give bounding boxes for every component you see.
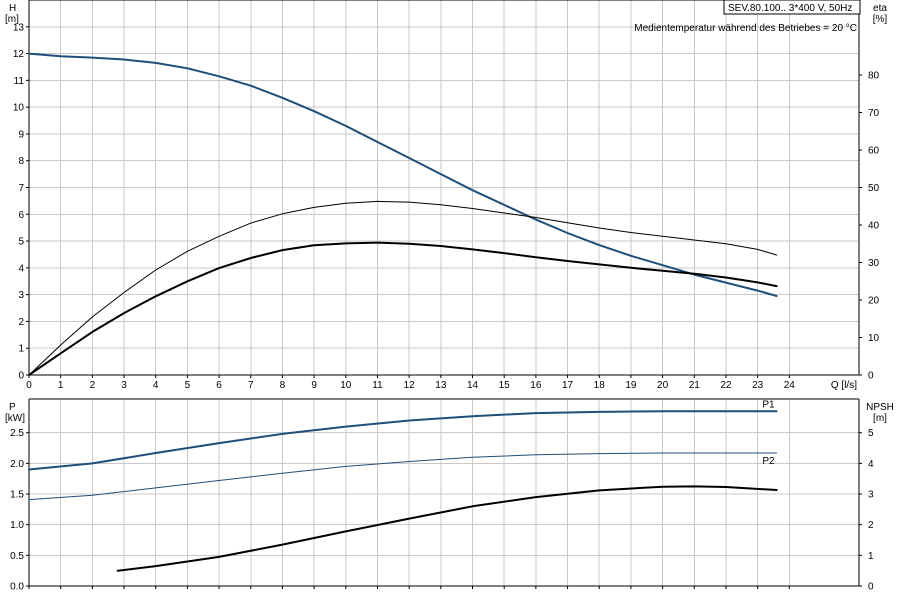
y-tick-label: 1.0 [10, 520, 24, 531]
x-tick-label: 4 [153, 380, 159, 391]
y-tick-label: 3 [18, 290, 24, 301]
y-tick-label: 1 [18, 344, 24, 355]
x-tick-label: 10 [340, 380, 352, 391]
series-line-0-1 [28, 200, 778, 376]
model-label: SEV.80.100.. 3*400 V, 50Hz [728, 3, 852, 14]
power-npsh-panel: 0.0 0.5 1.0 1.5 2.0 2.5 0 1 2 3 4 5 P[kW] NPSH[m] P1 P2 [5, 398, 894, 593]
y-axis-unit: [m] [5, 14, 19, 25]
x-tick-label: 15 [499, 380, 511, 391]
head-efficiency-panel: 0 1 2 3 4 5 6 7 8 9 10 11 12 13 14 15 16 17 18 19 20 21 22 23 24… [5, 0, 887, 391]
y-tick-label: 6 [18, 210, 24, 221]
y-tick-label: 0 [18, 371, 24, 382]
y-axis-label: P [9, 402, 16, 413]
x-tick-label: 13 [435, 380, 447, 391]
x-tick-label: 19 [625, 380, 637, 391]
x-tick-label: 3 [121, 380, 127, 391]
x-tick-label: 17 [562, 380, 574, 391]
y2-tick-label: 1 [868, 551, 874, 562]
series-line-1-1 [28, 452, 778, 501]
y2-tick-label: 0 [868, 582, 874, 593]
x-tick-label: 20 [657, 380, 669, 391]
x-tick-label: 0 [26, 380, 32, 391]
y2-tick-label: 0 [868, 371, 874, 382]
y2-tick-label: 4 [868, 459, 874, 470]
y-tick-label: 10 [13, 103, 25, 114]
y2-axis-unit: [%] [873, 14, 888, 25]
series-line-0-2 [28, 241, 778, 376]
x-tick-label: 22 [720, 380, 732, 391]
y2-tick-label: 2 [868, 520, 874, 531]
x-tick-label: 18 [594, 380, 606, 391]
x-tick-label: 6 [216, 380, 222, 391]
y-tick-label: 12 [13, 49, 25, 60]
y-tick-label: 7 [18, 183, 24, 194]
x-tick-label: 23 [752, 380, 764, 391]
y2-axis-unit: [m] [873, 413, 887, 424]
x-tick-label: 12 [404, 380, 416, 391]
pump-curve-chart: 0 1 2 3 4 5 6 7 8 9 10 11 12 13 14 15 16 17 18 19 20 21 22 23 24… [5, 0, 894, 593]
x-tick-label: 21 [689, 380, 701, 391]
series-label-p1: P1 [762, 399, 775, 410]
y2-tick-label: 70 [868, 108, 880, 119]
x-tick-label: 11 [372, 380, 383, 391]
y2-tick-label: 3 [868, 490, 874, 501]
y2-tick-label: 30 [868, 258, 880, 269]
y2-axis-label: eta [873, 3, 887, 14]
y2-axis-label: NPSH [866, 402, 894, 413]
y-tick-label: 9 [18, 129, 24, 140]
x-tick-label: 14 [467, 380, 479, 391]
x-tick-label: 16 [530, 380, 542, 391]
series-label-p2: P2 [762, 456, 775, 467]
y-axis-label: H [9, 3, 16, 14]
series-line-1-0 [28, 410, 778, 471]
y-tick-label: 0.0 [10, 582, 24, 593]
y-tick-label: 5 [18, 237, 24, 248]
x-tick-label: 2 [90, 380, 96, 391]
y-tick-label: 8 [18, 156, 24, 167]
x-tick-label: 5 [185, 380, 191, 391]
y2-tick-label: 5 [868, 428, 874, 439]
x-tick-label: 9 [311, 380, 317, 391]
y-axis-unit: [kW] [5, 413, 25, 424]
temperature-note: Medientemperatur während des Betriebes =… [634, 23, 857, 34]
y2-tick-label: 50 [868, 183, 880, 194]
y-tick-label: 2 [18, 317, 24, 328]
series-line-1-2 [116, 485, 778, 572]
model-label-box: SEV.80.100.. 3*400 V, 50Hz [723, 0, 861, 15]
x-tick-label: 24 [784, 380, 796, 391]
y-tick-label: 2.5 [10, 428, 24, 439]
y2-tick-label: 10 [868, 333, 880, 344]
y-tick-label: 11 [14, 76, 25, 87]
x-tick-label: 7 [248, 380, 254, 391]
y-tick-label: 4 [18, 263, 24, 274]
y-tick-label: 2.0 [10, 459, 24, 470]
x-axis-label: Q [l/s] [831, 380, 857, 391]
series-line-0-0 [28, 52, 778, 297]
y-tick-label: 1.5 [10, 490, 24, 501]
y-tick-label: 0.5 [10, 551, 24, 562]
x-tick-label: 8 [280, 380, 286, 391]
x-tick-label: 1 [58, 380, 64, 391]
y2-tick-label: 20 [868, 296, 880, 307]
y2-tick-label: 60 [868, 146, 880, 157]
y2-tick-label: 80 [868, 71, 880, 82]
y2-tick-label: 40 [868, 221, 880, 232]
